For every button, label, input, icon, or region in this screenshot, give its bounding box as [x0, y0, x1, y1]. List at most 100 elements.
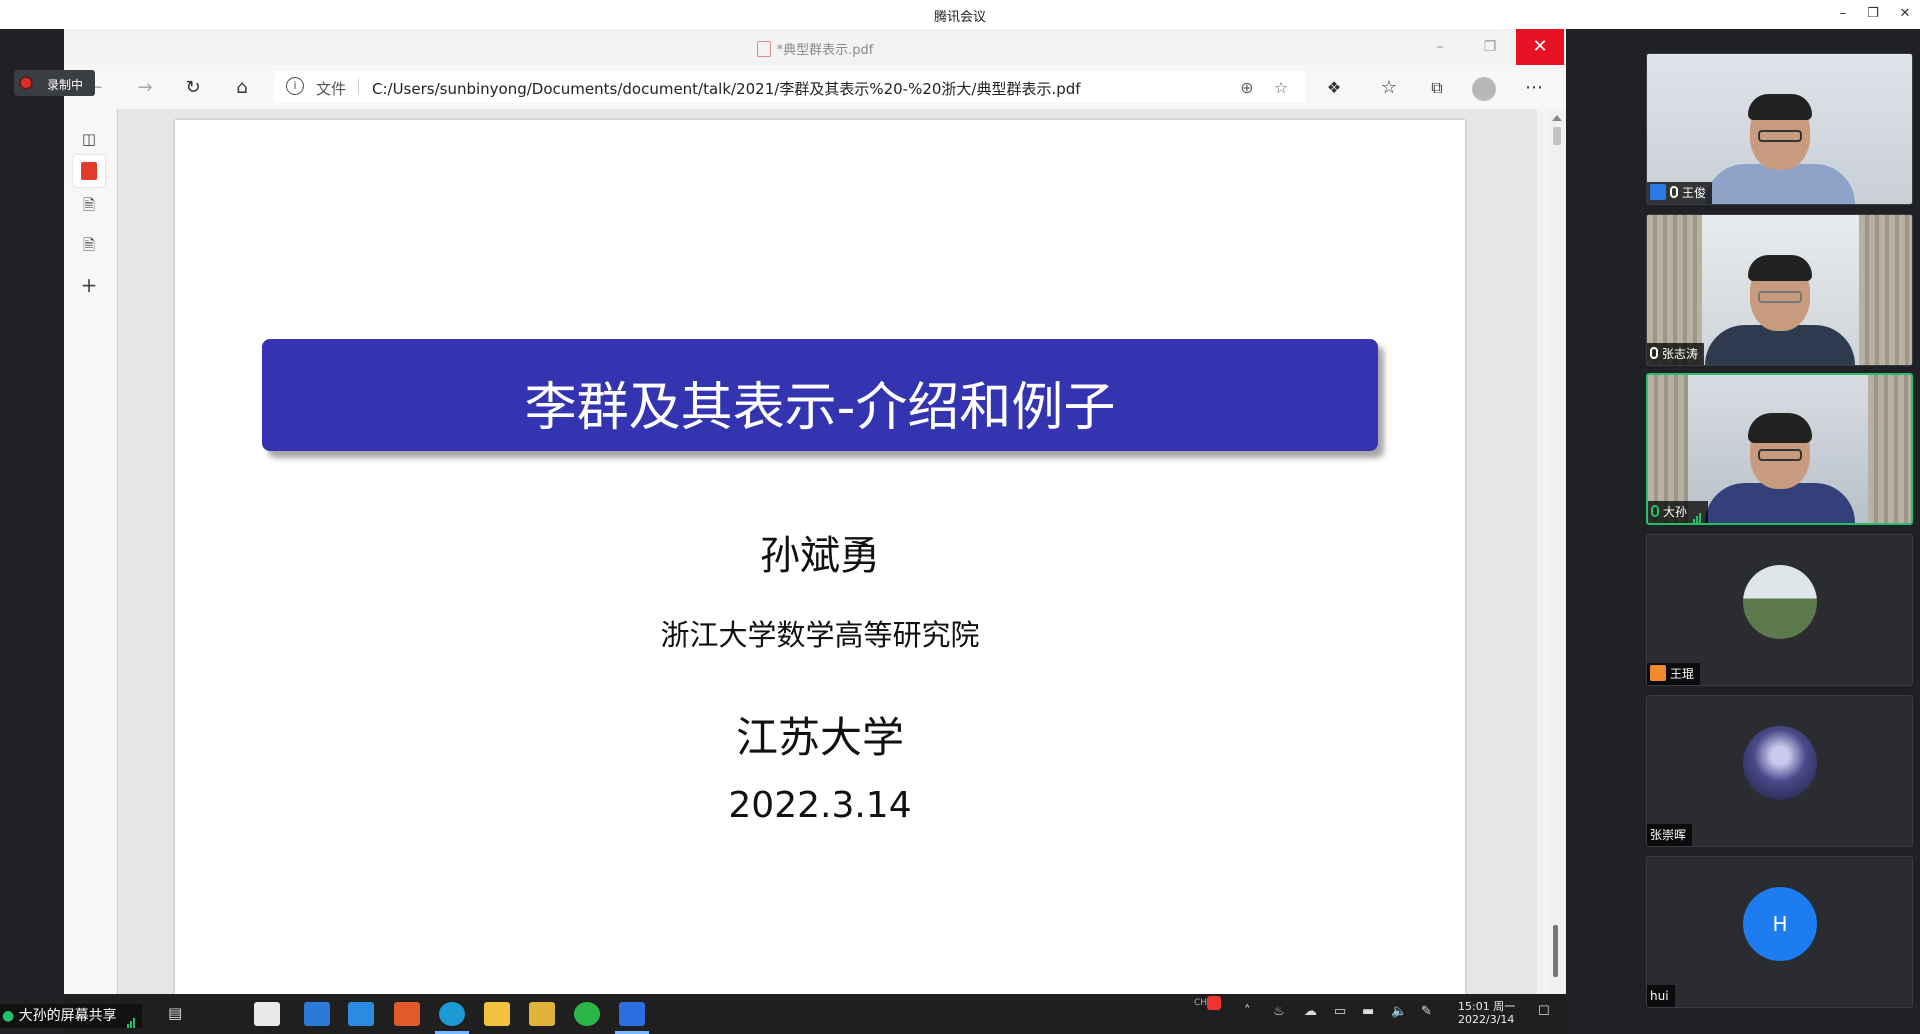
profile-avatar[interactable]: [1472, 77, 1496, 101]
fan-app-icon[interactable]: [254, 1002, 280, 1026]
participant-name: 王琨: [1670, 667, 1695, 681]
scroll-thumb[interactable]: [1553, 127, 1561, 145]
participant-tile[interactable]: 王俊: [1646, 53, 1913, 205]
scroll-up-icon[interactable]: [1552, 115, 1562, 121]
meeting-window-title: 腾讯会议: [933, 10, 986, 25]
mic-icon: [1650, 347, 1658, 359]
participant-tile[interactable]: H hui: [1646, 856, 1913, 1008]
browser-close-icon[interactable]: ✕: [1516, 29, 1564, 65]
browser-minimize-icon[interactable]: –: [1416, 29, 1464, 65]
battery-icon[interactable]: ▬: [1362, 1004, 1374, 1019]
restore-icon[interactable]: ❐: [1860, 3, 1886, 25]
extensions-icon[interactable]: ❖: [1319, 73, 1349, 103]
favorite-add-icon[interactable]: ☆: [1270, 77, 1292, 99]
participant-avatar-initial: H: [1743, 887, 1817, 961]
participant-avatar: [1743, 565, 1817, 639]
forward-icon[interactable]: →: [130, 73, 160, 103]
participant-tile-active[interactable]: 大孙: [1646, 373, 1913, 525]
mic-icon: [1670, 186, 1678, 198]
address-url[interactable]: C:/Users/sunbinyong/Documents/document/t…: [372, 78, 1081, 99]
pdf-tab-button[interactable]: [73, 155, 105, 187]
slide-venue: 江苏大学: [735, 713, 904, 762]
browser-toolbar: ← → ↻ ⌂ i 文件 C:/Users/sunbinyong/Documen…: [64, 65, 1566, 109]
sogou-icon[interactable]: [1207, 996, 1221, 1010]
collections-icon[interactable]: ⧉: [1422, 73, 1452, 103]
zoom-icon[interactable]: ⊕: [1236, 77, 1258, 99]
file-sync-icon[interactable]: 🗎: [73, 229, 105, 261]
slide-date: 2022.3.14: [728, 785, 912, 826]
notes-icon[interactable]: [529, 1002, 555, 1026]
pdf-viewport[interactable]: 李群及其表示-介绍和例子 孙斌勇 浙江大学数学高等研究院 江苏大学 2022.3…: [117, 109, 1537, 994]
browser-restore-icon[interactable]: ❐: [1466, 29, 1514, 65]
address-bar[interactable]: i 文件 C:/Users/sunbinyong/Documents/docum…: [274, 71, 1306, 103]
scroll-indicator: [1553, 925, 1558, 977]
close-icon[interactable]: ✕: [1892, 3, 1918, 25]
wechat-icon[interactable]: [574, 1002, 600, 1026]
clock-time[interactable]: 15:01 周一: [1458, 998, 1515, 1014]
share-label-text: 大孙的屏幕共享: [18, 1008, 117, 1024]
participant-name: 张志涛: [1662, 347, 1699, 361]
slide-affiliation: 浙江大学数学高等研究院: [660, 618, 980, 652]
participant-tile[interactable]: 张志涛: [1646, 214, 1913, 366]
participant-name-tag: 大孙: [1648, 501, 1709, 523]
file-explorer-icon[interactable]: [484, 1002, 510, 1026]
game-app-icon[interactable]: [394, 1002, 420, 1026]
sidebar-toggle-icon[interactable]: ◫: [73, 123, 105, 155]
participant-video: [1704, 413, 1855, 523]
participant-avatar: [1743, 726, 1817, 800]
action-center-icon[interactable]: ☐: [1538, 1004, 1550, 1019]
pen-icon[interactable]: ✎: [1421, 1004, 1432, 1019]
network-signal-icon: [127, 1004, 136, 1028]
address-scheme: 文件: [316, 80, 347, 98]
notification-bell-icon[interactable]: ♨: [1273, 1004, 1285, 1019]
participant-name: 张崇晖: [1650, 828, 1687, 842]
network-signal-icon: [1693, 501, 1702, 523]
participant-name-tag: 张志涛: [1647, 343, 1705, 365]
meeting-titlebar: 腾讯会议 – ❐ ✕: [0, 0, 1920, 29]
background-curtain: [1868, 375, 1911, 523]
info-icon[interactable]: i: [286, 77, 304, 95]
participant-tile[interactable]: 张崇晖: [1646, 695, 1913, 847]
pdf-page: 李群及其表示-介绍和例子 孙斌勇 浙江大学数学高等研究院 江苏大学 2022.3…: [175, 120, 1465, 994]
refresh-icon[interactable]: ↻: [178, 73, 208, 103]
slide-title: 李群及其表示-介绍和例子: [524, 378, 1116, 438]
pdf-icon: [81, 162, 97, 180]
ime-indicator[interactable]: CH: [1194, 998, 1207, 1008]
more-icon[interactable]: ⋯: [1519, 73, 1549, 103]
minimize-icon[interactable]: –: [1830, 3, 1856, 25]
browser-tab[interactable]: *典型群表示.pdf: [64, 39, 1566, 58]
pdf-scrollbar[interactable]: [1548, 109, 1566, 994]
favorites-icon[interactable]: ☆: [1374, 73, 1404, 103]
store-icon[interactable]: [348, 1002, 374, 1026]
onedrive-icon[interactable]: ☁: [1304, 1004, 1317, 1019]
share-mic-icon: ●: [2, 1008, 15, 1024]
pdf-sidebar: ◫ 🗎 🗎 +: [64, 109, 116, 994]
task-view-icon[interactable]: ▤: [168, 1004, 182, 1022]
clock-date[interactable]: 2022/3/14: [1458, 1013, 1514, 1026]
pdf-file-icon: [756, 41, 771, 57]
participant-name-tag: 张崇晖: [1647, 824, 1693, 846]
slide-author: 孙斌勇: [760, 533, 880, 579]
display-icon[interactable]: ▭: [1334, 1004, 1346, 1019]
user-icon: [1650, 184, 1666, 200]
edge-icon[interactable]: [439, 1002, 465, 1026]
volume-icon[interactable]: 🔈: [1391, 1004, 1407, 1019]
tray-expand-icon[interactable]: ˄: [1244, 1004, 1251, 1019]
tencent-meeting-icon[interactable]: [619, 1002, 645, 1026]
participant-panel: 王俊 张志涛 大孙 王琨 张崇晖 H hui: [1638, 29, 1920, 1034]
file-settings-icon[interactable]: 🗎: [73, 189, 105, 221]
mic-icon: [1651, 505, 1659, 517]
participant-name-tag: hui: [1647, 985, 1675, 1007]
participant-tile[interactable]: 王琨: [1646, 534, 1913, 686]
recording-badge[interactable]: 录制中: [14, 70, 95, 96]
participant-name: 大孙: [1663, 505, 1688, 519]
participant-video: [1704, 255, 1855, 365]
add-icon[interactable]: +: [73, 269, 105, 301]
home-icon[interactable]: ⌂: [227, 73, 257, 103]
address-divider: [358, 79, 359, 95]
user-icon: [1650, 665, 1666, 681]
participant-name-tag: 王琨: [1647, 663, 1701, 685]
participant-name: hui: [1650, 989, 1669, 1003]
mail-icon[interactable]: [304, 1002, 330, 1026]
participant-name: 王俊: [1682, 186, 1707, 200]
